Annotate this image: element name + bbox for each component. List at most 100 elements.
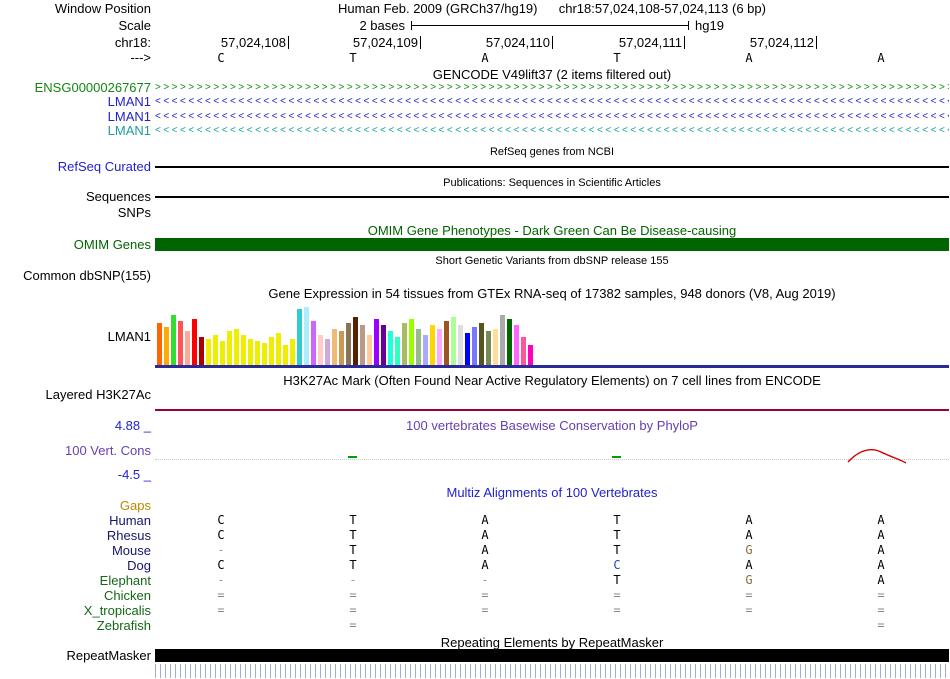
species-label[interactable]: Chicken: [0, 588, 151, 603]
gtex-bar[interactable]: [269, 337, 274, 365]
gtex-bar[interactable]: [311, 321, 316, 365]
gtex-bar[interactable]: [416, 329, 421, 365]
gene-arrow-line[interactable]: <<<<<<<<<<<<<<<<<<<<<<<<<<<<<<<<<<<<<<<<…: [155, 95, 949, 108]
gtex-bar[interactable]: [199, 337, 204, 365]
gtex-bar[interactable]: [395, 337, 400, 365]
gtex-bar[interactable]: [409, 319, 414, 365]
gtex-bar[interactable]: [500, 315, 505, 365]
gtex-bar[interactable]: [360, 325, 365, 365]
gtex-bar[interactable]: [318, 335, 323, 365]
multiz-title[interactable]: Multiz Alignments of 100 Vertebrates: [155, 485, 949, 500]
gtex-bar[interactable]: [304, 307, 309, 365]
species-label[interactable]: Mouse: [0, 543, 151, 558]
gtex-bar[interactable]: [472, 327, 477, 365]
gtex-bar[interactable]: [514, 325, 519, 365]
species-label[interactable]: X_tropicalis: [0, 603, 151, 618]
species-label[interactable]: Elephant: [0, 573, 151, 588]
gencode-title[interactable]: GENCODE V49lift37 (2 items filtered out): [155, 67, 949, 82]
repeatmasker-title[interactable]: Repeating Elements by RepeatMasker: [155, 635, 949, 650]
gene-arrow-line[interactable]: >>>>>>>>>>>>>>>>>>>>>>>>>>>>>>>>>>>>>>>>…: [155, 81, 949, 94]
gene-label[interactable]: LMAN1: [0, 124, 151, 137]
ruler-tick-row[interactable]: chr18: 57,024,108 57,024,109 57,024,110 57,…: [0, 36, 950, 50]
h3k27ac-title[interactable]: H3K27Ac Mark (Often Found Near Active Re…: [155, 373, 949, 388]
gtex-bar[interactable]: [402, 323, 407, 365]
gtex-bar[interactable]: [227, 331, 232, 365]
gtex-title[interactable]: Gene Expression in 54 tissues from GTEx …: [155, 286, 949, 301]
gtex-bar[interactable]: [234, 329, 239, 365]
conservation-title[interactable]: 100 vertebrates Basewise Conservation by…: [155, 419, 949, 433]
species-label[interactable]: Rhesus: [0, 528, 151, 543]
sequences-label[interactable]: Sequences: [0, 190, 151, 204]
gene-label[interactable]: LMAN1: [0, 95, 151, 108]
gtex-bar[interactable]: [423, 335, 428, 365]
species-label[interactable]: Dog: [0, 558, 151, 573]
gtex-bar[interactable]: [367, 335, 372, 365]
h3k27ac-line[interactable]: [155, 409, 949, 411]
gtex-bar[interactable]: [528, 345, 533, 365]
gtex-bar[interactable]: [353, 317, 358, 365]
header-center: Human Feb. 2009 (GRCh37/hg19) chr18:57,0…: [155, 2, 949, 16]
refseq-title[interactable]: RefSeq genes from NCBI: [155, 146, 949, 158]
gtex-bar[interactable]: [157, 323, 162, 365]
gtex-bar[interactable]: [171, 315, 176, 365]
gtex-bar[interactable]: [262, 343, 267, 365]
gene-label[interactable]: LMAN1: [0, 110, 151, 123]
gtex-baseline[interactable]: [155, 365, 949, 368]
refseq-gene-line[interactable]: [155, 166, 949, 168]
omim-bar[interactable]: [155, 238, 949, 251]
gtex-bar[interactable]: [255, 341, 260, 365]
gtex-bar[interactable]: [325, 339, 330, 365]
gtex-bar[interactable]: [430, 325, 435, 365]
gtex-bar[interactable]: [507, 319, 512, 365]
publications-title[interactable]: Publications: Sequences in Scientific Ar…: [155, 177, 949, 189]
gaps-label[interactable]: Gaps: [0, 499, 151, 513]
gtex-bar[interactable]: [479, 323, 484, 365]
gtex-bar[interactable]: [458, 325, 463, 365]
gtex-bar[interactable]: [381, 325, 386, 365]
gtex-bar[interactable]: [213, 335, 218, 365]
gtex-bar[interactable]: [192, 319, 197, 365]
gtex-bar[interactable]: [248, 339, 253, 365]
gtex-bar[interactable]: [388, 331, 393, 365]
gtex-bar[interactable]: [178, 321, 183, 365]
gtex-bar[interactable]: [185, 331, 190, 365]
gtex-bar[interactable]: [465, 333, 470, 365]
gene-arrow-line[interactable]: <<<<<<<<<<<<<<<<<<<<<<<<<<<<<<<<<<<<<<<<…: [155, 110, 949, 123]
gtex-bar[interactable]: [241, 335, 246, 365]
refseq-curated-label[interactable]: RefSeq Curated: [0, 160, 151, 174]
gtex-bar[interactable]: [486, 331, 491, 365]
gtex-bar[interactable]: [290, 339, 295, 365]
gtex-bar[interactable]: [444, 321, 449, 365]
repeatmasker-bar[interactable]: [155, 649, 949, 662]
gtex-bar[interactable]: [437, 329, 442, 365]
h3k27ac-label[interactable]: Layered H3K27Ac: [0, 388, 151, 402]
sequences-line[interactable]: [155, 196, 949, 198]
dbsnp-label[interactable]: Common dbSNP(155): [0, 269, 151, 283]
gtex-bar[interactable]: [521, 337, 526, 365]
omim-title[interactable]: OMIM Gene Phenotypes - Dark Green Can Be…: [155, 223, 949, 238]
gtex-bar[interactable]: [346, 323, 351, 365]
gtex-gene-label[interactable]: LMAN1: [0, 329, 151, 344]
gtex-bar[interactable]: [297, 309, 302, 365]
gtex-bar[interactable]: [220, 341, 225, 365]
gtex-bar[interactable]: [451, 317, 456, 365]
gtex-bar[interactable]: [332, 329, 337, 365]
omim-genes-label[interactable]: OMIM Genes: [0, 238, 151, 252]
species-label[interactable]: Zebrafish: [0, 618, 151, 633]
repeatmasker-label[interactable]: RepeatMasker: [0, 649, 151, 663]
snps-label[interactable]: SNPs: [0, 206, 151, 220]
repeatmasker-row: RepeatMasker: [0, 649, 950, 663]
gtex-bar[interactable]: [206, 339, 211, 365]
species-label[interactable]: Human: [0, 513, 151, 528]
gtex-bar[interactable]: [493, 329, 498, 365]
gtex-bars[interactable]: [155, 303, 949, 365]
gtex-bar[interactable]: [283, 345, 288, 365]
gtex-bar[interactable]: [374, 319, 379, 365]
gtex-bar[interactable]: [164, 327, 169, 365]
gtex-bar[interactable]: [339, 331, 344, 365]
gene-arrow-line[interactable]: <<<<<<<<<<<<<<<<<<<<<<<<<<<<<<<<<<<<<<<<…: [155, 124, 949, 137]
base-letter-row[interactable]: ---> C T A T A A: [0, 51, 950, 66]
gtex-bar[interactable]: [276, 333, 281, 365]
dbsnp-title[interactable]: Short Genetic Variants from dbSNP releas…: [155, 255, 949, 267]
gene-label[interactable]: ENSG00000267677: [0, 81, 151, 94]
